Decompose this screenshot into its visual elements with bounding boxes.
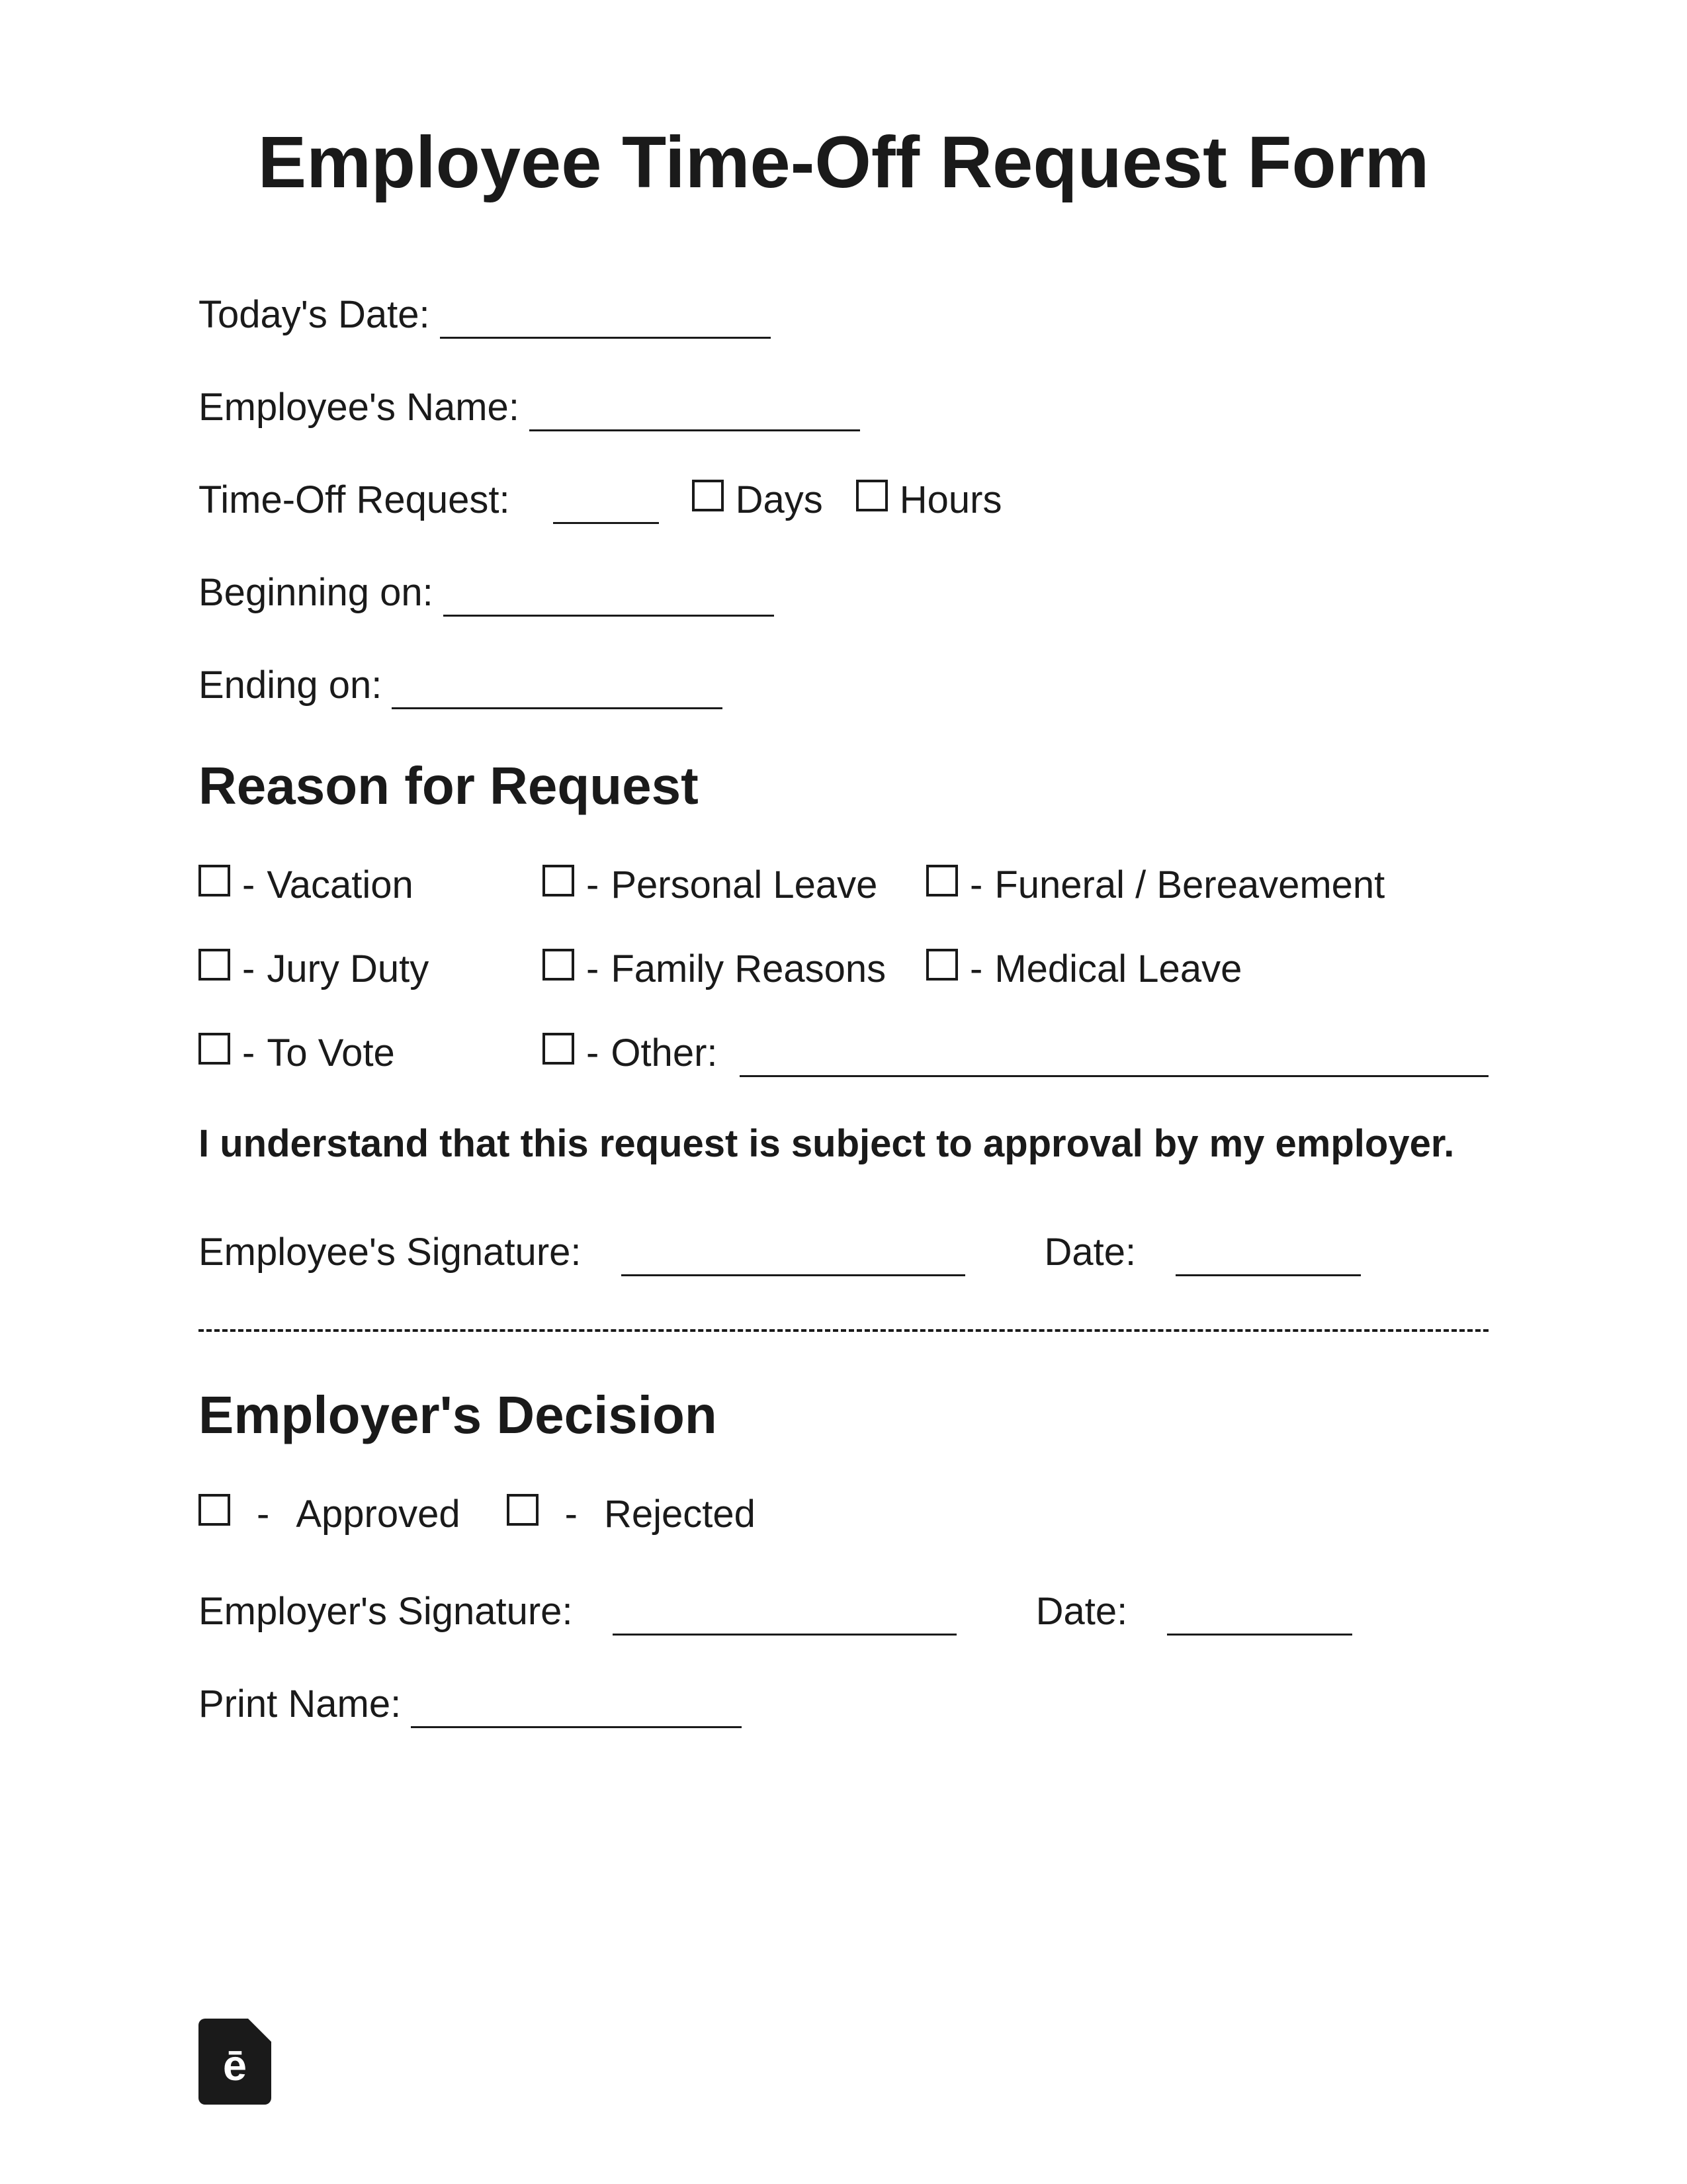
todays-date-input[interactable] [440, 292, 771, 339]
employer-date-label: Date: [1036, 1589, 1128, 1634]
employees-name-label: Employee's Name: [198, 385, 519, 429]
family-reasons-label: Family Reasons [611, 947, 886, 991]
vacation-dash: - [242, 863, 255, 907]
medical-leave-dash: - [970, 947, 982, 991]
personal-leave-dash: - [586, 863, 599, 907]
family-reasons-col: - Family Reasons [542, 947, 926, 991]
time-off-request-row: Time-Off Request: Days Hours [198, 478, 1489, 524]
reason-row-2: - Jury Duty - Family Reasons - Medical L… [198, 947, 1489, 991]
reason-section-heading: Reason for Request [198, 756, 1489, 816]
vacation-checkbox[interactable] [198, 865, 230, 896]
logo-letter: ē [223, 2040, 247, 2090]
employee-sig-label: Employee's Signature: [198, 1230, 582, 1274]
hours-checkbox[interactable] [856, 480, 888, 511]
beginning-on-label: Beginning on: [198, 570, 433, 615]
ending-on-label: Ending on: [198, 663, 382, 707]
other-input[interactable] [740, 1031, 1489, 1077]
approved-checkbox[interactable] [198, 1494, 230, 1526]
medical-leave-checkbox[interactable] [926, 949, 958, 981]
ending-on-input[interactable] [392, 663, 722, 709]
hours-checkbox-item: Hours [856, 478, 1002, 522]
funeral-col: - Funeral / Bereavement [926, 863, 1385, 907]
ending-on-field: Ending on: [198, 663, 1489, 709]
other-checkbox[interactable] [542, 1033, 574, 1065]
days-label: Days [736, 478, 823, 522]
approved-rejected-row: - Approved - Rejected [198, 1492, 1489, 1536]
hours-label: Hours [900, 478, 1002, 522]
days-checkbox[interactable] [692, 480, 724, 511]
jury-duty-dash: - [242, 947, 255, 991]
employer-signature-row: Employer's Signature: Date: [198, 1589, 1489, 1636]
jury-duty-label: Jury Duty [267, 947, 429, 991]
logo-icon: ē [198, 2019, 271, 2105]
todays-date-field: Today's Date: [198, 292, 1489, 339]
to-vote-checkbox[interactable] [198, 1033, 230, 1065]
employee-sig-input[interactable] [621, 1230, 965, 1276]
to-vote-dash: - [242, 1031, 255, 1075]
funeral-checkbox[interactable] [926, 865, 958, 896]
approved-label: Approved [296, 1492, 460, 1536]
beginning-on-field: Beginning on: [198, 570, 1489, 617]
reason-grid: - Vacation - Personal Leave - Funeral / … [198, 863, 1489, 1077]
notice-text: I understand that this request is subjec… [198, 1117, 1489, 1170]
medical-leave-col: - Medical Leave [926, 947, 1270, 991]
jury-duty-checkbox[interactable] [198, 949, 230, 981]
personal-leave-col: - Personal Leave [542, 863, 926, 907]
reason-row-3: - To Vote - Other: [198, 1031, 1489, 1077]
employer-date-input[interactable] [1167, 1589, 1352, 1636]
rejected-label: Rejected [604, 1492, 756, 1536]
approved-dash: - [257, 1492, 269, 1536]
page: Employee Time-Off Request Form Today's D… [0, 0, 1687, 2184]
time-off-amount-input[interactable] [553, 478, 659, 524]
bottom-logo: ē [198, 2019, 271, 2105]
employer-section-heading: Employer's Decision [198, 1385, 1489, 1446]
employees-name-input[interactable] [529, 385, 860, 431]
family-reasons-dash: - [586, 947, 599, 991]
print-name-field: Print Name: [198, 1682, 1489, 1728]
jury-duty-col: - Jury Duty [198, 947, 542, 991]
employer-sig-label: Employer's Signature: [198, 1589, 573, 1634]
family-reasons-checkbox[interactable] [542, 949, 574, 981]
rejected-dash: - [565, 1492, 578, 1536]
employee-signature-row: Employee's Signature: Date: [198, 1230, 1489, 1276]
employer-section: Employer's Decision - Approved - Rejecte… [198, 1385, 1489, 1728]
rejected-checkbox[interactable] [507, 1494, 539, 1526]
employees-name-field: Employee's Name: [198, 385, 1489, 431]
print-name-label: Print Name: [198, 1682, 401, 1726]
to-vote-col: - To Vote [198, 1031, 542, 1075]
employee-date-label: Date: [1045, 1230, 1137, 1274]
vacation-col: - Vacation [198, 863, 542, 907]
employer-sig-input[interactable] [613, 1589, 957, 1636]
page-title: Employee Time-Off Request Form [198, 119, 1489, 206]
reason-row-1: - Vacation - Personal Leave - Funeral / … [198, 863, 1489, 907]
vacation-label: Vacation [267, 863, 413, 907]
other-label: Other: [611, 1031, 717, 1075]
print-name-input[interactable] [411, 1682, 742, 1728]
employee-date-input[interactable] [1176, 1230, 1361, 1276]
to-vote-label: To Vote [267, 1031, 394, 1075]
time-off-label: Time-Off Request: [198, 478, 510, 522]
beginning-on-input[interactable] [443, 570, 774, 617]
other-dash: - [586, 1031, 599, 1075]
todays-date-label: Today's Date: [198, 292, 430, 337]
personal-leave-label: Personal Leave [611, 863, 877, 907]
funeral-dash: - [970, 863, 982, 907]
days-checkbox-item: Days [692, 478, 823, 522]
separator [198, 1329, 1489, 1332]
funeral-label: Funeral / Bereavement [994, 863, 1385, 907]
medical-leave-label: Medical Leave [994, 947, 1242, 991]
personal-leave-checkbox[interactable] [542, 865, 574, 896]
other-col: - Other: [542, 1031, 1489, 1077]
